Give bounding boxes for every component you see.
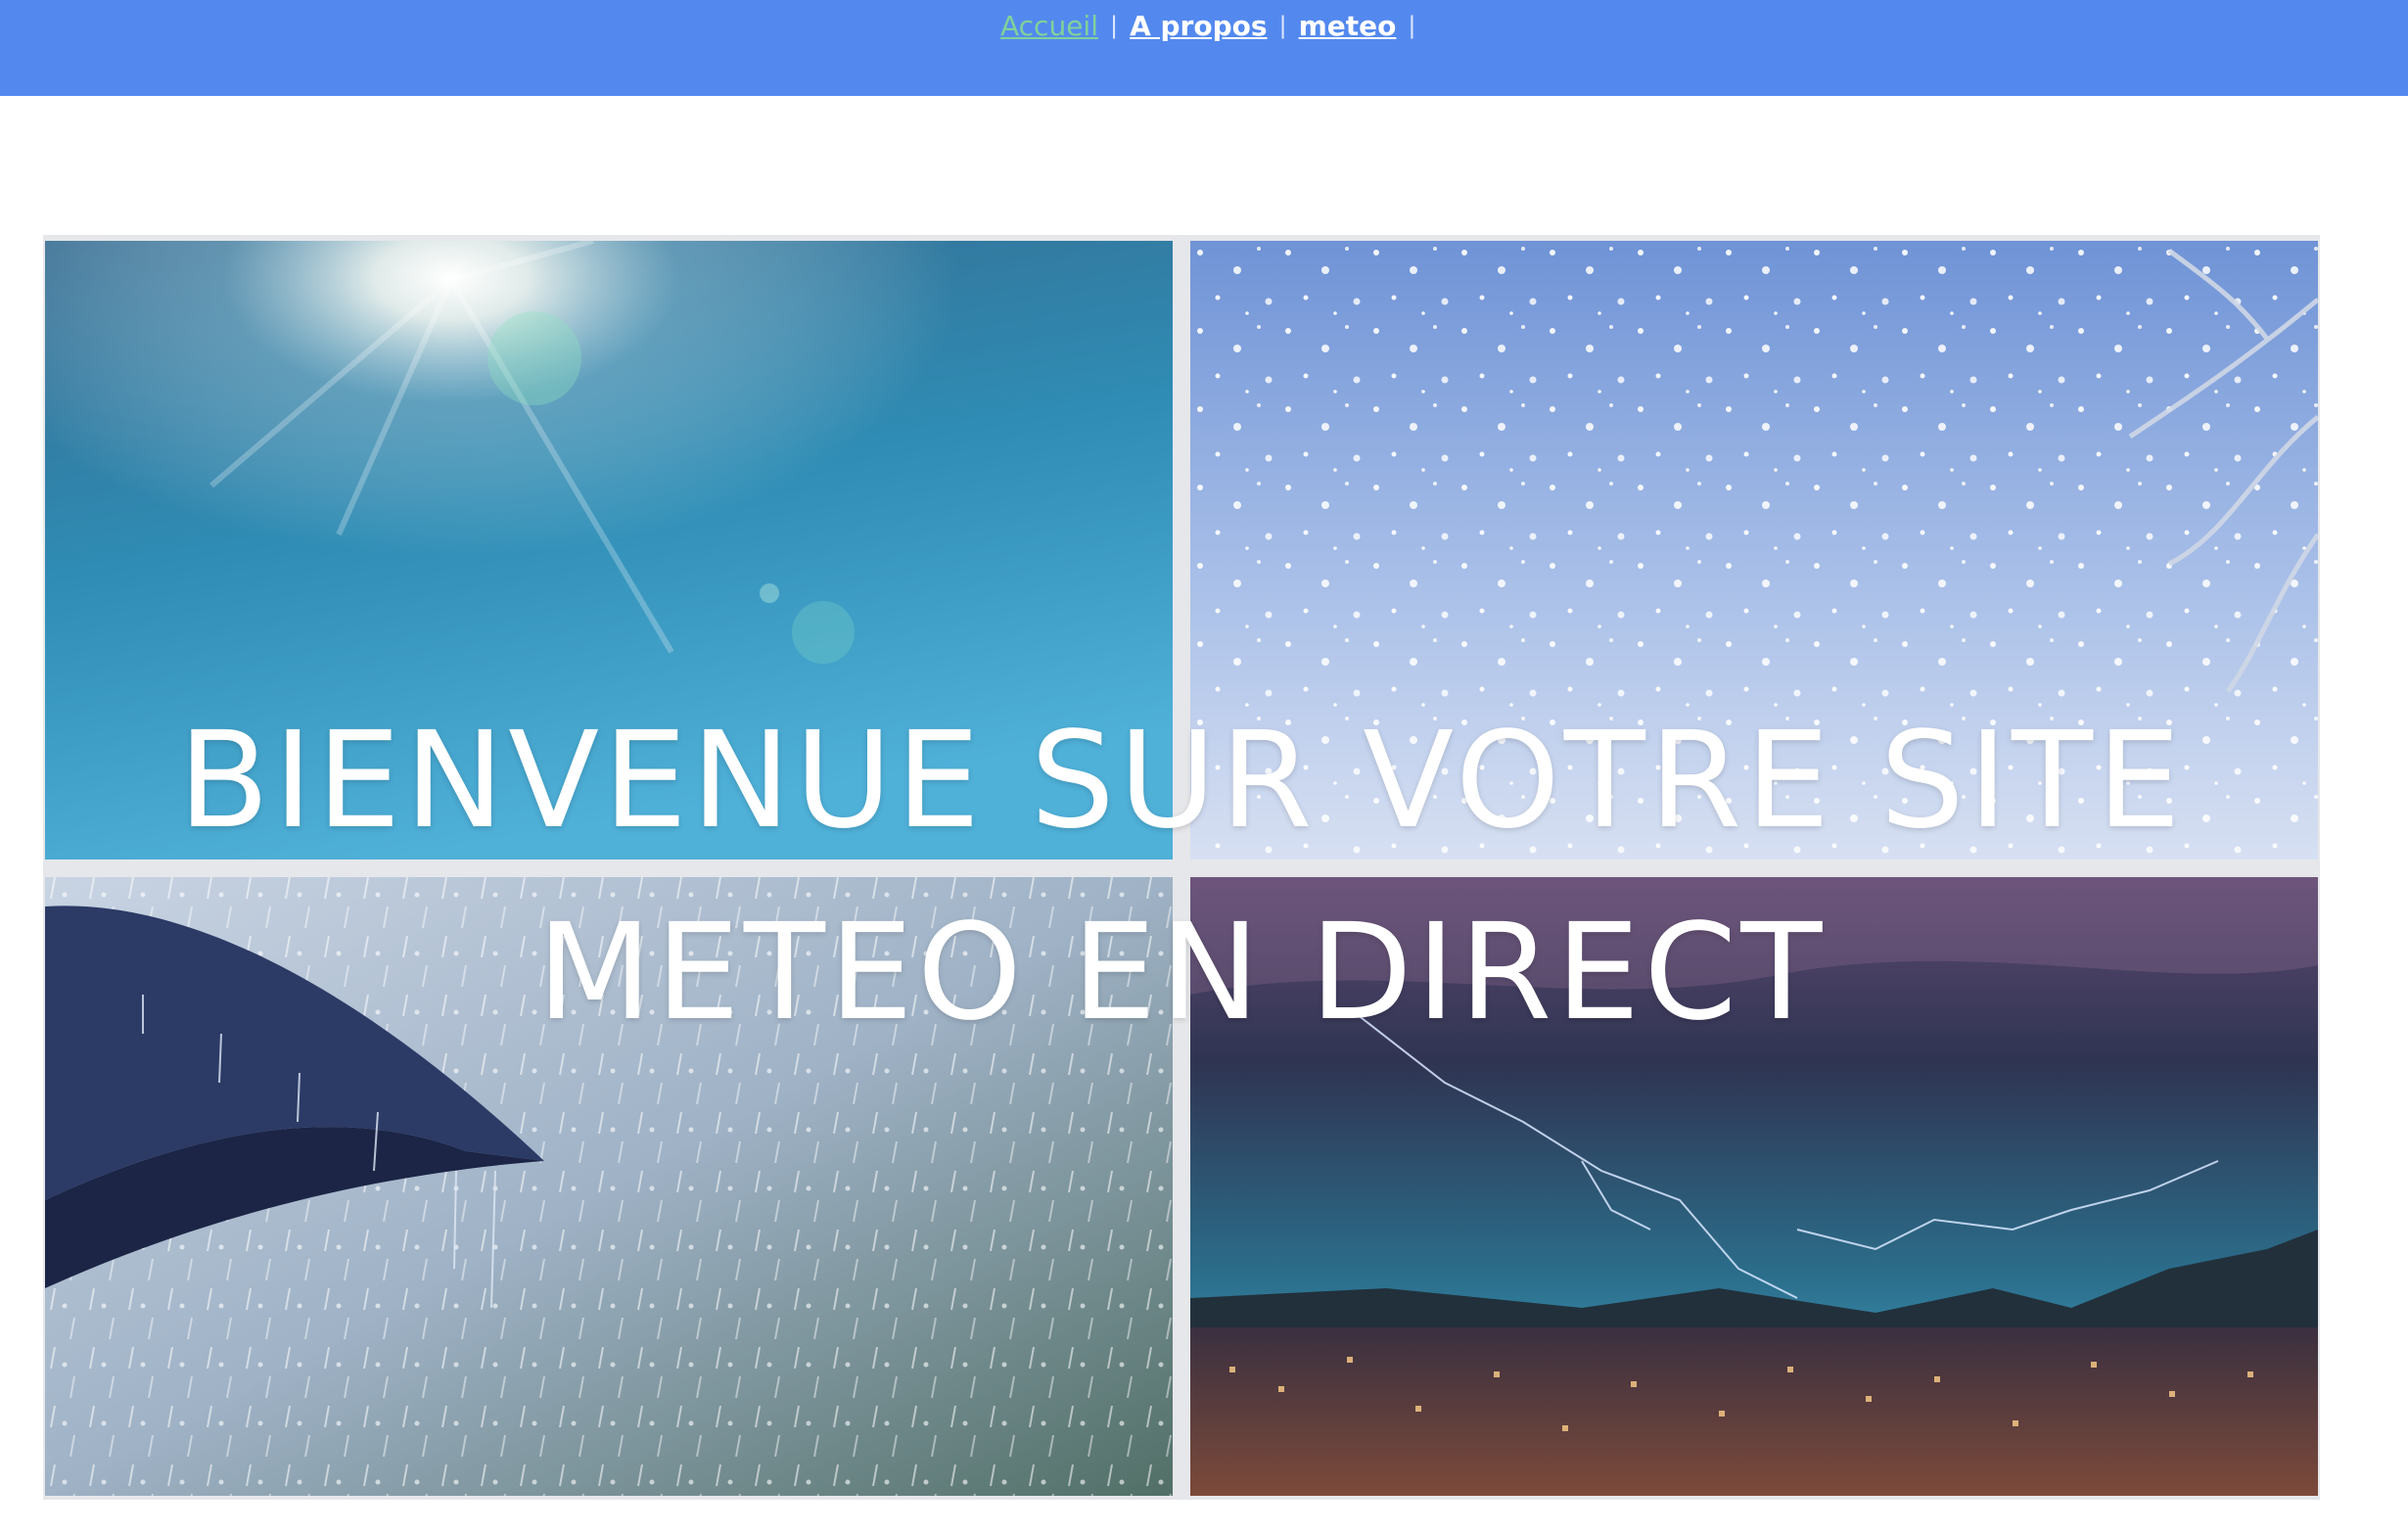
nav-link-meteo[interactable]: meteo [1299, 10, 1397, 42]
hero-title: BIENVENUE SUR VOTRE SITE METEO EN DIRECT [43, 685, 2320, 1069]
main-nav: Accueil | A propos | meteo | [1000, 4, 1428, 47]
hero-banner: BIENVENUE SUR VOTRE SITE METEO EN DIRECT [43, 235, 2320, 1500]
top-navbar: Accueil | A propos | meteo | [0, 0, 2408, 96]
nav-separator: | [1109, 12, 1119, 39]
hero-title-line-2: METEO EN DIRECT [536, 896, 1827, 1050]
nav-link-accueil[interactable]: Accueil [1000, 10, 1098, 42]
nav-separator: | [1408, 12, 1416, 39]
nav-separator: | [1278, 12, 1287, 39]
nav-link-a-propos[interactable]: A propos [1130, 10, 1267, 42]
hero-title-line-1: BIENVENUE SUR VOTRE SITE [178, 704, 2185, 859]
